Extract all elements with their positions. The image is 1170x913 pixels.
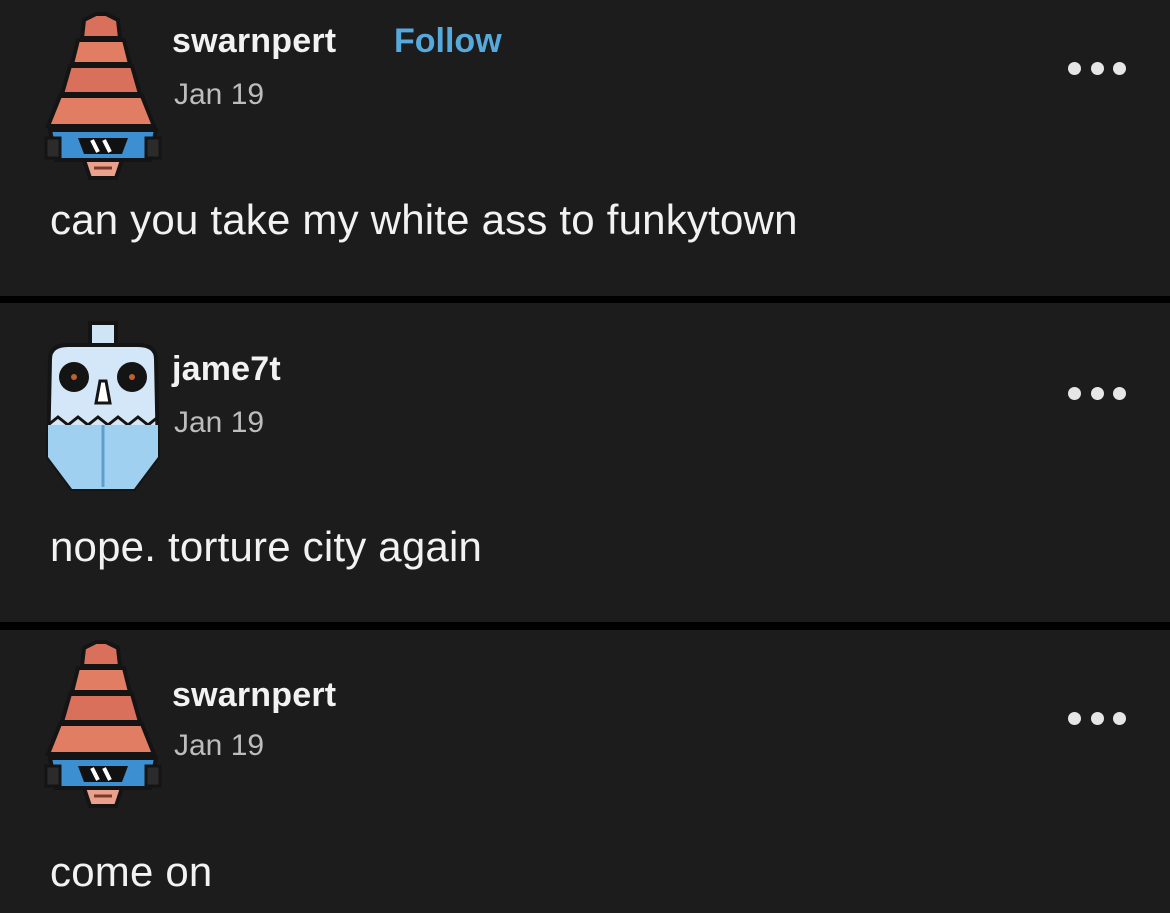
skull-mask-avatar[interactable]	[40, 321, 166, 491]
follow-button[interactable]: Follow	[394, 22, 502, 61]
reply-text: can you take my white ass to funkytown	[50, 196, 798, 243]
more-options-icon[interactable]	[1068, 56, 1126, 80]
drill-helmet-avatar[interactable]	[40, 640, 166, 810]
dot	[1090, 386, 1104, 400]
username[interactable]: swarnpert	[172, 22, 336, 61]
reply-post: swarnpert Follow Jan 19 can you take my …	[0, 0, 1170, 296]
username[interactable]: jame7t	[172, 350, 281, 389]
dot	[1090, 61, 1104, 75]
dot	[1113, 61, 1126, 75]
reply-thread: swarnpert Follow Jan 19 can you take my …	[0, 0, 1170, 913]
username[interactable]: swarnpert	[172, 676, 336, 715]
dot	[1113, 711, 1126, 725]
dot	[1090, 711, 1104, 725]
dot	[1068, 711, 1081, 725]
reply-text: come on	[50, 848, 213, 895]
more-options-icon[interactable]	[1068, 706, 1126, 730]
more-options-icon[interactable]	[1068, 381, 1126, 405]
drill-helmet-avatar[interactable]	[40, 12, 166, 182]
dot	[1113, 386, 1126, 400]
reply-post: swarnpert Jan 19 come on	[0, 630, 1170, 913]
dot	[1068, 386, 1081, 400]
reply-post: jame7t Jan 19 nope. torture city again	[0, 303, 1170, 622]
post-date: Jan 19	[174, 406, 265, 439]
dot	[1068, 61, 1081, 75]
post-date: Jan 19	[174, 78, 265, 111]
post-date: Jan 19	[174, 729, 265, 762]
reply-text: nope. torture city again	[50, 523, 483, 570]
